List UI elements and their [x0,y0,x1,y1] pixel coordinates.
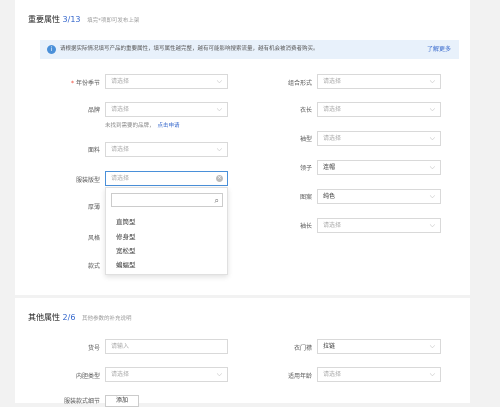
dropdown-option[interactable]: 蝙蝠型 [116,259,136,269]
fit-dropdown: ⌕ 直筒型 修身型 宽松型 蝙蝠型 [105,187,228,275]
fabric-select[interactable]: 请选择 ⌵ [105,142,228,157]
sleeve-length-select[interactable]: 请选择 ⌵ [317,218,441,233]
chevron-down-icon: ⌵ [429,370,435,378]
label-collar: 领子 [299,165,312,172]
label-length: 衣长 [299,107,312,114]
chevron-down-icon: ⌵ [216,105,222,113]
chevron-down-icon: ⌵ [429,134,435,142]
chevron-down-icon: ⌵ [216,77,222,85]
chevron-down-icon: ⌵ [429,105,435,113]
dropdown-option[interactable]: 修身型 [116,231,136,241]
section-subtitle: 其他参数的补充说明 [81,316,132,322]
learn-more-link[interactable]: 了解更多 [427,40,451,59]
brand-hint: 未找到需要的品牌， 点击申请 [105,123,180,129]
label-item-number: 货号 [87,345,100,352]
add-button[interactable]: 添加 [105,395,139,407]
combination-select[interactable]: 请选择 ⌵ [317,74,441,89]
notice-text: 请根据实际情况填写产品的重要属性，填写属性越完整，越有可能影响搜索流量，越有机会… [60,46,319,52]
label-design: 款式 [87,263,100,270]
chevron-down-icon: ⌵ [429,221,435,229]
dropdown-search-input[interactable]: ⌕ [111,193,223,207]
lining-type-select[interactable]: 请选择 ⌵ [105,367,228,382]
label-pattern: 图案 [299,194,312,201]
fit-select[interactable]: 请选择 × [105,171,228,186]
apply-brand-link[interactable]: 点击申请 [158,123,180,129]
label-thickness: 厚薄 [87,204,100,211]
label-lining-type: 内胆类型 [75,373,100,380]
label-age: 适用年龄 [287,373,312,380]
length-select[interactable]: 请选择 ⌵ [317,102,441,117]
progress-count: 3/13 [62,15,81,24]
label-combination: 组合形式 [287,80,312,87]
pattern-select[interactable]: 纯色 ⌵ [317,189,441,204]
label-style: 风格 [87,235,100,242]
chevron-down-icon: ⌵ [429,192,435,200]
clear-icon[interactable]: × [216,175,223,182]
label-sleeve-type: 袖型 [299,136,312,143]
brand-select[interactable]: 请选择 ⌵ [105,102,228,117]
info-notice: i 请根据实际情况填写产品的重要属性，填写属性越完整，越有可能影响搜索流量，越有… [40,40,459,59]
section-subtitle: 填完*项即可发布上架 [87,18,140,24]
search-icon[interactable]: ⌕ [215,195,219,206]
section-title-other: 其他属性 2/6 其他参数的补充说明 [28,313,132,322]
chevron-down-icon: ⌵ [216,145,222,153]
chevron-down-icon: ⌵ [429,77,435,85]
chevron-down-icon: ⌵ [429,163,435,171]
label-placket: 衣门襟 [293,345,312,352]
label-year-season: * 年份季节 [70,80,100,87]
label-brand: 品牌 [87,107,100,114]
label-style-detail: 服装款式细节 [63,398,100,405]
sleeve-type-select[interactable]: 请选择 ⌵ [317,131,441,146]
item-number-input[interactable]: 请输入 [105,339,228,354]
age-select[interactable]: 请选择 ⌵ [317,367,441,382]
chevron-down-icon: ⌵ [429,342,435,350]
placket-select[interactable]: 拉链 ⌵ [317,339,441,354]
collar-select[interactable]: 连帽 ⌵ [317,160,441,175]
label-fabric: 面料 [87,147,100,154]
chevron-down-icon: ⌵ [216,370,222,378]
section-title-important: 重要属性 3/13 填完*项即可发布上架 [28,15,140,24]
info-icon: i [47,45,56,54]
label-sleeve-length: 袖长 [299,223,312,230]
dropdown-option[interactable]: 宽松型 [116,245,136,255]
label-fit: 服装版型 [75,177,100,184]
progress-count: 2/6 [62,313,76,322]
dropdown-option[interactable]: 直筒型 [116,216,136,226]
year-season-select[interactable]: 请选择 ⌵ [105,74,228,89]
